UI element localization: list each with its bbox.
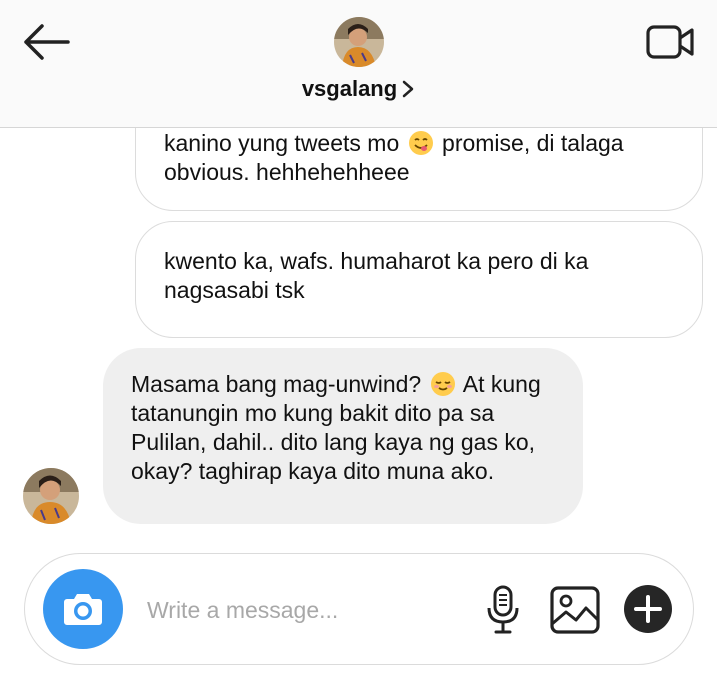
sender-avatar[interactable]: [23, 468, 79, 524]
message-bubble-sent[interactable]: kanino yung tweets mo promise, di talaga…: [135, 128, 703, 211]
message-line: tatanungin mo kung bakit dito pa sa: [131, 400, 495, 426]
message-input[interactable]: [147, 592, 467, 628]
message-composer: [24, 553, 694, 665]
message-line: Masama bang mag-unwind? At kung: [131, 371, 541, 397]
message-thread[interactable]: kanino yung tweets mo promise, di talaga…: [0, 128, 717, 548]
plus-icon: [624, 585, 672, 633]
relieved-face-emoji: [430, 372, 455, 396]
camera-button[interactable]: [43, 569, 123, 649]
gallery-button[interactable]: [548, 584, 602, 636]
message-line: kwento ka, wafs. humaharot ka pero di ka: [164, 248, 589, 274]
video-call-button[interactable]: [642, 20, 698, 64]
contact-avatar[interactable]: [334, 17, 384, 67]
voice-message-button[interactable]: [483, 584, 523, 636]
message-line: obvious. hehhehehheee: [164, 159, 410, 185]
message-line: nagsasabi tsk: [164, 277, 305, 303]
back-arrow-icon: [24, 24, 70, 60]
username-link[interactable]: vsgalang: [0, 74, 717, 104]
username: vsgalang: [301, 76, 398, 101]
video-call-icon: [646, 25, 694, 59]
message-line: Pulilan, dahil.. dito lang kaya ng gas k…: [131, 429, 536, 455]
image-gallery-icon: [550, 586, 600, 634]
chevron-right-icon: [402, 80, 414, 98]
message-line: okay? taghirap kaya dito muna ako.: [131, 458, 495, 484]
message-bubble-received[interactable]: Masama bang mag-unwind? At kung tatanung…: [103, 348, 583, 524]
camera-icon: [64, 594, 102, 625]
yum-face-emoji: [408, 131, 433, 155]
more-options-button[interactable]: [623, 584, 673, 634]
message-bubble-sent[interactable]: kwento ka, wafs. humaharot ka pero di ka…: [135, 221, 703, 338]
message-line: kanino yung tweets mo promise, di talaga: [164, 130, 624, 156]
chat-header: vsgalang: [0, 0, 717, 128]
microphone-icon: [487, 585, 519, 634]
back-button[interactable]: [18, 20, 74, 64]
